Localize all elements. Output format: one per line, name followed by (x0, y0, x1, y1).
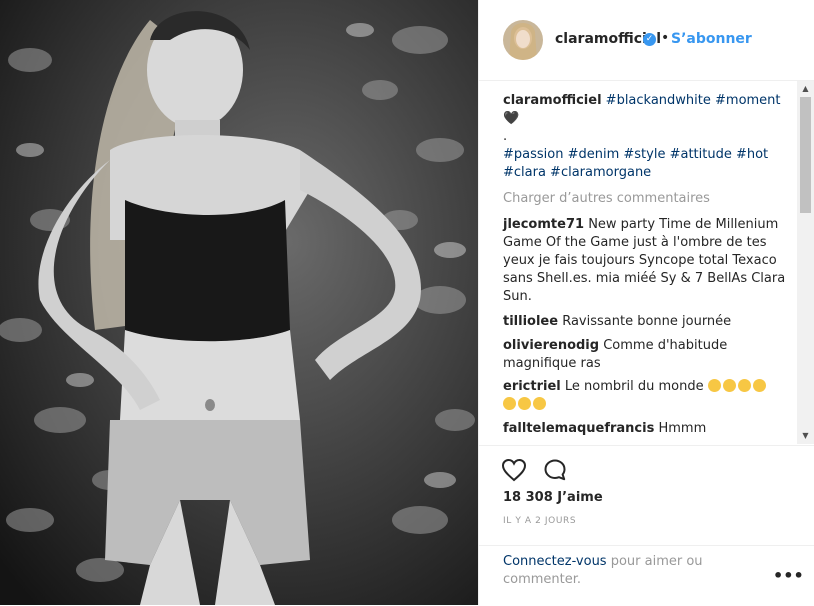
login-prompt-text: Connectez-vous pour aimer ou commenter. (503, 553, 733, 589)
comment-item: olivierenodig Comme d'habitude magnifiqu… (503, 337, 743, 373)
black-heart-emoji: 🖤 (503, 111, 520, 126)
follow-button[interactable]: S’abonner (671, 31, 752, 47)
verified-badge-icon: ✓ (643, 33, 656, 46)
grin-emoji-icon (533, 397, 546, 410)
heart-eyes-emoji-icon (707, 379, 721, 392)
comment-username[interactable]: erictriel (503, 379, 561, 394)
smiling-emoji-icon (722, 379, 736, 392)
halo-emoji-icon (518, 397, 531, 410)
comment-text: Ravissante bonne journée (562, 314, 732, 329)
comments-list[interactable]: claramofficiel #blackandwhite #moment 🖤 … (479, 81, 797, 444)
post-photo[interactable] (0, 0, 478, 605)
likes-count[interactable]: 18 308 J’aime (503, 490, 603, 505)
caption-hashtags-2[interactable]: #passion #denim #style #attitude #hot (503, 147, 768, 162)
emoji-row-1 (707, 379, 768, 394)
caption-dot: . (503, 129, 508, 144)
caption-hashtags-1[interactable]: #blackandwhite #moment (606, 93, 781, 108)
heart-icon[interactable] (501, 458, 527, 482)
comment-text: Hmmm (658, 421, 707, 436)
comment-username[interactable]: olivierenodig (503, 338, 599, 353)
post-timestamp[interactable]: IL Y A 2 JOURS (503, 516, 576, 526)
comment-username[interactable]: jlecomte71 (503, 217, 584, 232)
comment-icon[interactable] (543, 458, 567, 482)
comments-scrollbar[interactable]: ▲ ▼ (797, 81, 814, 444)
load-more-comments-button[interactable]: Charger d’autres commentaires (503, 191, 710, 206)
caption: claramofficiel #blackandwhite #moment 🖤 … (503, 92, 793, 182)
avatar-image (503, 20, 543, 60)
login-link[interactable]: Connectez-vous (503, 554, 607, 569)
post-side-panel: claramofficiel ✓ • S’abonner claramoffic… (478, 0, 814, 605)
emoji-row-2 (503, 397, 548, 412)
avatar[interactable] (503, 20, 543, 60)
grin-emoji-icon (503, 397, 516, 410)
comment-text: Le nombril du monde (564, 379, 704, 394)
comment-item: jlecomte71 New party Time de Millenium G… (503, 216, 793, 306)
post-header: claramofficiel ✓ • S’abonner (479, 0, 814, 81)
comment-username[interactable]: falltelemaquefrancis (503, 421, 654, 436)
post-actions: 18 308 J’aime IL Y A 2 JOURS (479, 445, 814, 546)
caption-username[interactable]: claramofficiel (503, 93, 602, 108)
comment-item: erictriel Le nombril du monde (503, 378, 793, 414)
caption-hashtags-3[interactable]: #clara #claramorgane (503, 165, 651, 180)
more-options-icon[interactable]: ••• (773, 566, 804, 585)
scroll-up-arrow-icon[interactable]: ▲ (797, 83, 814, 95)
kiss-emoji-icon (737, 379, 751, 392)
photo-illustration (0, 0, 478, 605)
scroll-thumb[interactable] (800, 97, 811, 213)
yum-emoji-icon (752, 379, 766, 392)
comment-username[interactable]: tilliolee (503, 314, 558, 329)
comment-item: falltelemaquefrancis Hmmm (503, 420, 793, 438)
comment-item: tilliolee Ravissante bonne journée (503, 313, 793, 331)
separator-dot: • (661, 30, 670, 46)
login-prompt: Connectez-vous pour aimer ou commenter. … (479, 545, 814, 606)
scroll-down-arrow-icon[interactable]: ▼ (797, 430, 814, 442)
